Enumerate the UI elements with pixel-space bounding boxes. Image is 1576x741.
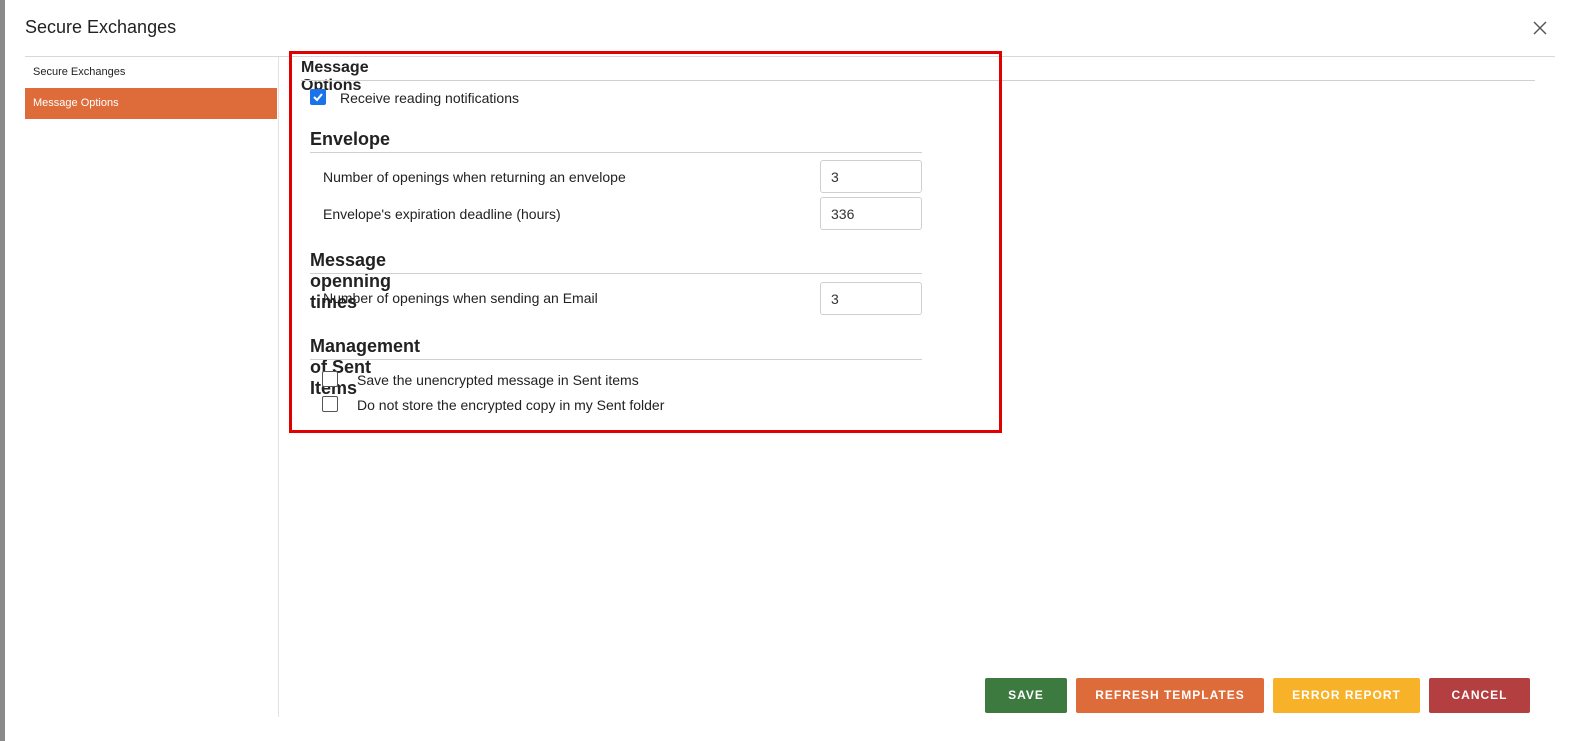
reading-notifications-checkbox[interactable] bbox=[310, 89, 326, 105]
sent-items-divider bbox=[310, 359, 922, 360]
dialog-title: Secure Exchanges bbox=[25, 17, 177, 37]
section-divider bbox=[301, 80, 1535, 81]
envelope-openings-input[interactable] bbox=[820, 160, 922, 193]
save-unencrypted-label: Save the unencrypted message in Sent ite… bbox=[357, 372, 639, 388]
sidebar-item-message-options[interactable]: Message Options bbox=[25, 88, 277, 119]
sidebar-item-secure-exchanges[interactable]: Secure Exchanges bbox=[25, 57, 277, 88]
email-openings-label: Number of openings when sending an Email bbox=[323, 290, 598, 306]
checkmark-icon bbox=[313, 93, 323, 102]
envelope-expiration-input[interactable] bbox=[820, 197, 922, 230]
no-encrypted-copy-checkbox[interactable] bbox=[322, 396, 338, 412]
cancel-button[interactable]: CANCEL bbox=[1429, 678, 1530, 713]
save-unencrypted-checkbox[interactable] bbox=[322, 371, 338, 387]
sent-items-title: Management of Sent Items bbox=[310, 336, 421, 398]
no-encrypted-copy-label: Do not store the encrypted copy in my Se… bbox=[357, 397, 665, 413]
reading-notifications-label: Receive reading notifications bbox=[340, 90, 519, 106]
close-icon bbox=[1533, 21, 1547, 35]
opening-times-divider bbox=[310, 273, 922, 274]
envelope-title: Envelope bbox=[310, 129, 391, 149]
save-button[interactable]: SAVE bbox=[985, 678, 1067, 713]
error-report-button[interactable]: ERROR REPORT bbox=[1273, 678, 1420, 713]
refresh-templates-button[interactable]: REFRESH TEMPLATES bbox=[1076, 678, 1264, 713]
settings-dialog: Secure Exchanges Secure Exchanges Messag… bbox=[5, 0, 1571, 741]
envelope-expiration-label: Envelope's expiration deadline (hours) bbox=[323, 206, 561, 222]
envelope-divider bbox=[310, 152, 922, 153]
envelope-openings-label: Number of openings when returning an env… bbox=[323, 169, 626, 185]
close-button[interactable] bbox=[1531, 19, 1549, 37]
email-openings-input[interactable] bbox=[820, 282, 922, 315]
sidebar: Secure Exchanges Message Options bbox=[25, 57, 279, 717]
